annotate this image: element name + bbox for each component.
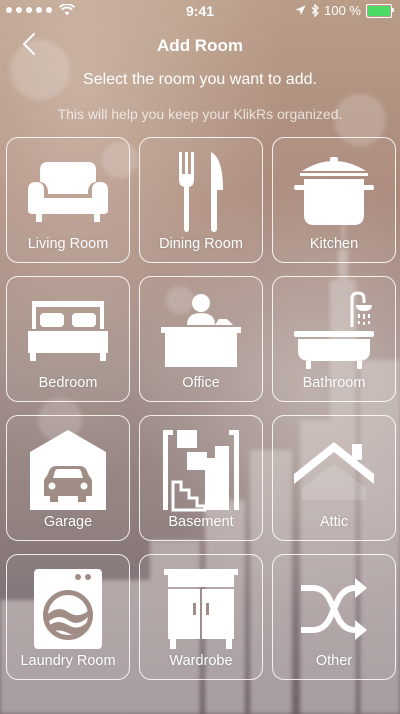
desk-person-icon [161, 294, 241, 367]
room-tile-bathroom[interactable]: Bathroom [272, 276, 396, 402]
room-tile-dining-room[interactable]: Dining Room [139, 137, 263, 263]
roof-icon [294, 442, 374, 500]
room-label: Laundry Room [20, 653, 116, 669]
garage-car-icon [30, 430, 106, 510]
room-label: Wardrobe [169, 653, 233, 669]
room-label: Dining Room [159, 236, 243, 252]
bed-icon [28, 301, 108, 361]
room-label: Basement [168, 514, 234, 530]
location-arrow-icon [295, 5, 306, 16]
room-label: Living Room [27, 236, 109, 252]
battery-percent: 100 % [324, 3, 361, 18]
room-tile-other[interactable]: Other [272, 554, 396, 680]
room-grid: Living Room Dining Room Kitchen Bedroom … [6, 137, 396, 680]
washing-machine-icon [34, 569, 102, 649]
status-bar: 9:41 100 % [0, 0, 400, 22]
room-tile-attic[interactable]: Attic [272, 415, 396, 541]
room-label: Bedroom [38, 375, 98, 391]
pot-icon [294, 157, 374, 225]
room-label: Other [315, 653, 353, 669]
room-tile-kitchen[interactable]: Kitchen [272, 137, 396, 263]
room-label: Office [182, 375, 220, 391]
shuffle-icon [301, 578, 367, 640]
room-tile-basement[interactable]: Basement [139, 415, 263, 541]
room-tile-living-room[interactable]: Living Room [6, 137, 130, 263]
stairs-icon [163, 430, 239, 512]
room-tile-office[interactable]: Office [139, 276, 263, 402]
battery-icon [366, 3, 394, 18]
room-tile-garage[interactable]: Garage [6, 415, 130, 541]
room-label: Garage [43, 514, 93, 530]
wardrobe-icon [164, 569, 238, 649]
room-label: Kitchen [309, 236, 359, 252]
room-label: Attic [319, 514, 349, 530]
instruction-text: Select the room you want to add. [83, 71, 317, 88]
bluetooth-icon [311, 4, 320, 17]
bathtub-icon [294, 291, 374, 369]
room-label: Bathroom [302, 375, 366, 391]
fork-knife-icon [179, 152, 223, 232]
hint-text: This will help you keep your KlikRs orga… [57, 106, 343, 122]
room-tile-laundry-room[interactable]: Laundry Room [6, 554, 130, 680]
room-tile-wardrobe[interactable]: Wardrobe [139, 554, 263, 680]
battery-fill [368, 5, 390, 16]
sofa-icon [28, 162, 108, 222]
page-title: Add Room [157, 36, 243, 55]
room-tile-bedroom[interactable]: Bedroom [6, 276, 130, 402]
navigation-bar: Add Room [0, 22, 400, 66]
